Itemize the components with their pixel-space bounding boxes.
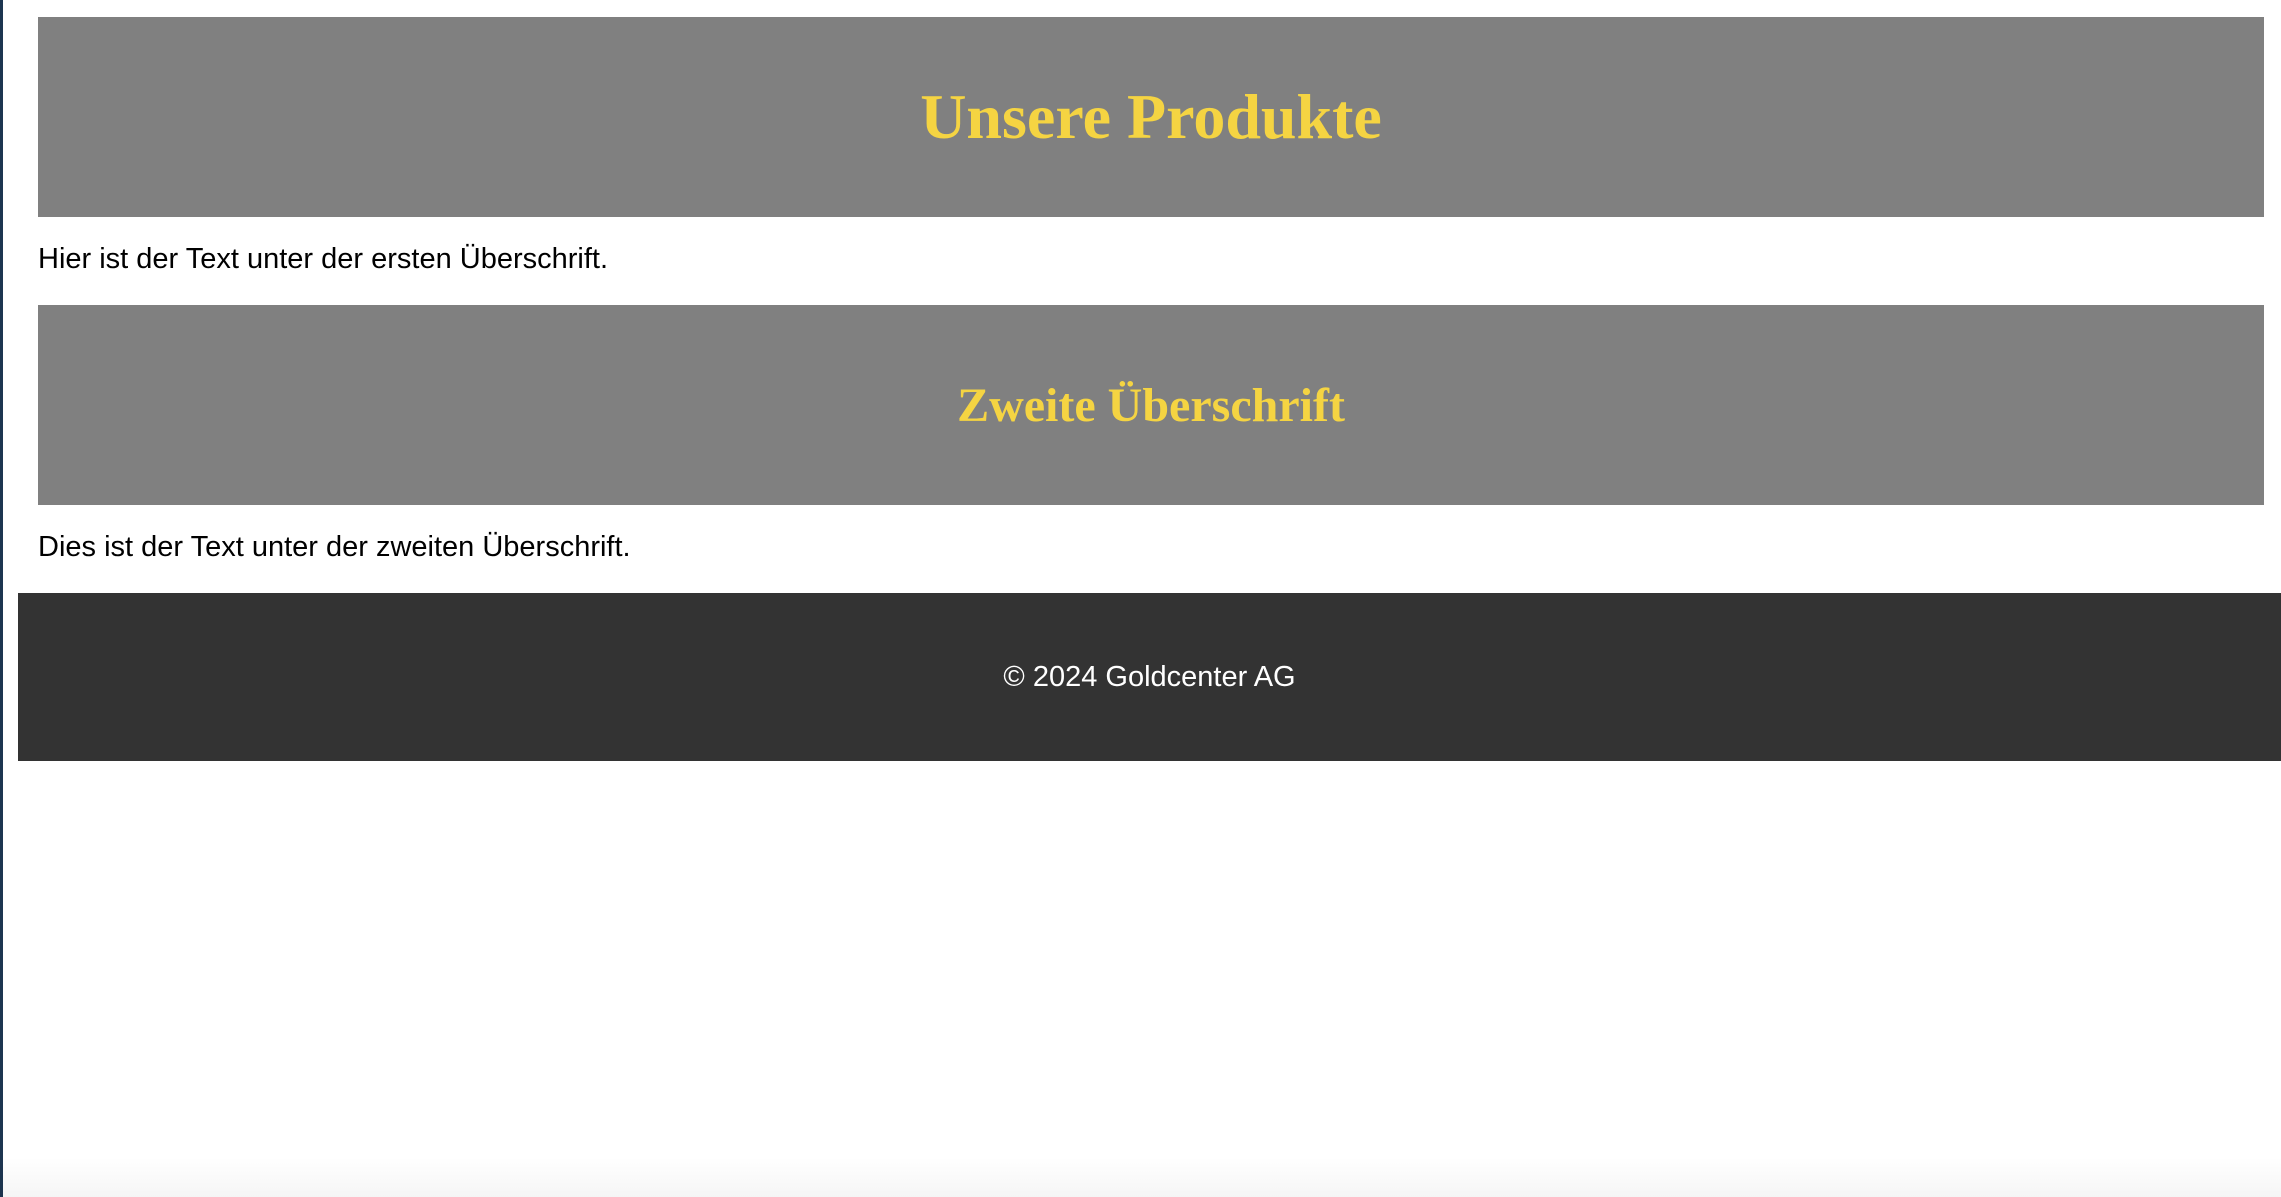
section-2-heading: Zweite Überschrift [957, 378, 1345, 432]
bottom-shadow [0, 1157, 2281, 1197]
section-2-banner: Zweite Überschrift [38, 305, 2264, 505]
footer-copyright: © 2024 Goldcenter AG [1003, 660, 1296, 693]
footer: © 2024 Goldcenter AG [18, 593, 2281, 761]
section-2-text: Dies ist der Text unter der zweiten Über… [38, 531, 631, 563]
page-title: Unsere Produkte [920, 81, 1382, 152]
window-edge [0, 0, 3, 1197]
header-banner: Unsere Produkte [38, 17, 2264, 217]
section-1-text: Hier ist der Text unter der ersten Übers… [38, 243, 609, 275]
